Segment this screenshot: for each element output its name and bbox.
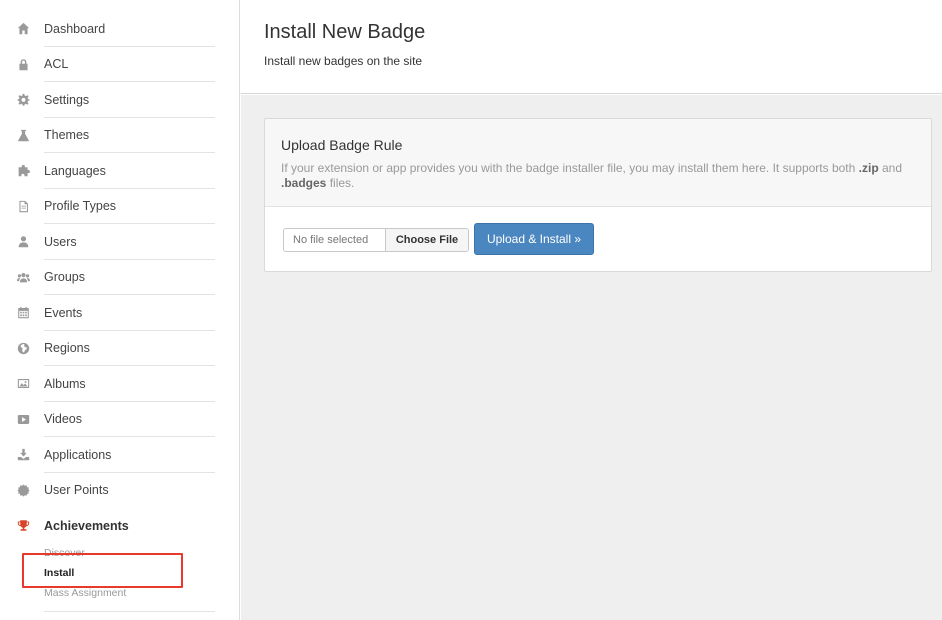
- picture-icon: [16, 377, 30, 391]
- flask-icon: [16, 128, 30, 142]
- sidebar-item-label: Profile Types: [44, 199, 117, 214]
- file-input[interactable]: No file selected Choose File: [283, 228, 469, 252]
- puzzle-icon: [16, 164, 30, 178]
- page-subtitle: Install new badges on the site: [264, 54, 423, 68]
- panel-title: Upload Badge Rule: [281, 137, 403, 153]
- sidebar-item-settings[interactable]: Settings: [0, 82, 240, 118]
- sidebar-item-user-points[interactable]: User Points: [0, 473, 240, 509]
- play-icon: [16, 412, 30, 426]
- badge-icon: [16, 483, 30, 497]
- upload-badge-panel: Upload Badge Rule If your extension or a…: [264, 118, 932, 272]
- sidebar-item-label: Users: [44, 234, 77, 249]
- sidebar-item-label: ACL: [44, 57, 69, 72]
- sidebar-item-label: Applications: [44, 447, 112, 462]
- sidebar-item-achievements[interactable]: Achievements: [0, 508, 240, 544]
- sidebar-item-label: User Points: [44, 483, 109, 498]
- sidebar-item-languages[interactable]: Languages: [0, 153, 240, 189]
- sidebar-item-label: Regions: [44, 341, 90, 356]
- sidebar-item-label: Settings: [44, 92, 90, 107]
- upload-install-button[interactable]: Upload & Install »: [474, 223, 594, 255]
- calendar-icon: [16, 306, 30, 320]
- sidebar-item-videos[interactable]: Videos: [0, 402, 240, 437]
- sidebar-item-label: Dashboard: [44, 21, 106, 36]
- badges-extension: .badges: [281, 176, 327, 190]
- divider: [44, 611, 215, 612]
- gear-icon: [16, 93, 30, 107]
- sidebar-item-label: Achievements: [44, 518, 129, 533]
- lock-icon: [16, 57, 30, 71]
- sidebar-item-label: Themes: [44, 128, 90, 143]
- panel-description: If your extension or app provides you wi…: [281, 161, 903, 190]
- highlight-box: [22, 553, 183, 588]
- sidebar-item-dashboard[interactable]: Dashboard: [0, 11, 240, 47]
- file-status: No file selected: [293, 234, 369, 246]
- sidebar-item-albums[interactable]: Albums: [0, 366, 240, 402]
- sidebar-item-acl[interactable]: ACL: [0, 47, 240, 82]
- download-icon: [16, 448, 30, 462]
- user-icon: [16, 235, 30, 249]
- sidebar-item-users[interactable]: Users: [0, 224, 240, 260]
- sidebar-item-events[interactable]: Events: [0, 295, 240, 331]
- globe-icon: [16, 341, 30, 355]
- sidebar-item-label: Groups: [44, 270, 85, 285]
- sidebar: Dashboard ACL Settings Themes Languages: [0, 0, 240, 620]
- home-icon: [16, 22, 30, 36]
- sidebar-item-groups[interactable]: Groups: [0, 260, 240, 295]
- trophy-icon: [16, 519, 30, 533]
- sidebar-item-themes[interactable]: Themes: [0, 118, 240, 153]
- page-header: Install New Badge Install new badges on …: [241, 0, 942, 94]
- document-icon: [16, 199, 30, 213]
- page-title: Install New Badge: [264, 21, 426, 43]
- zip-extension: .zip: [858, 161, 879, 175]
- subnav-item-mass-assignment[interactable]: Mass Assignment: [44, 587, 126, 599]
- users-icon: [16, 270, 30, 284]
- choose-file-button[interactable]: Choose File: [385, 229, 468, 251]
- panel-header: Upload Badge Rule If your extension or a…: [265, 119, 931, 207]
- sidebar-item-applications[interactable]: Applications: [0, 437, 240, 473]
- sidebar-item-label: Albums: [44, 376, 86, 391]
- sidebar-item-label: Videos: [44, 412, 82, 427]
- sidebar-item-label: Languages: [44, 163, 106, 178]
- sidebar-item-regions[interactable]: Regions: [0, 331, 240, 366]
- sidebar-item-profile-types[interactable]: Profile Types: [0, 189, 240, 224]
- sidebar-item-label: Events: [44, 305, 83, 320]
